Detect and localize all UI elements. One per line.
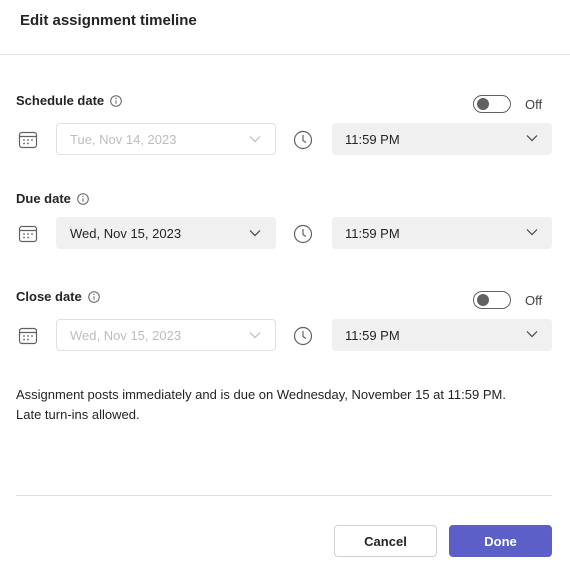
clock-icon	[293, 224, 313, 244]
schedule-time-value: 11:59 PM	[345, 131, 400, 147]
toggle-knob	[477, 98, 489, 110]
clock-icon	[293, 130, 313, 150]
close-date-picker[interactable]: Wed, Nov 15, 2023	[56, 319, 276, 351]
chevron-down-icon	[526, 135, 538, 142]
schedule-toggle-label: Off	[525, 96, 543, 112]
close-date-label: Close date	[16, 288, 100, 306]
header-divider	[0, 54, 570, 55]
due-time-value: 11:59 PM	[345, 225, 400, 241]
toggle-knob	[477, 294, 489, 306]
close-date-value: Wed, Nov 15, 2023	[70, 327, 182, 343]
chevron-down-icon	[249, 332, 261, 339]
edit-timeline-dialog: Edit assignment timeline Schedule date O…	[0, 0, 570, 577]
close-toggle-label: Off	[525, 292, 543, 308]
schedule-date-label: Schedule date	[16, 92, 122, 110]
chevron-down-icon	[249, 136, 261, 143]
summary-line-2: Late turn-ins allowed.	[16, 407, 140, 422]
done-button[interactable]: Done	[449, 525, 552, 557]
summary-line-1: Assignment posts immediately and is due …	[16, 387, 506, 402]
schedule-toggle-group: Off	[473, 95, 542, 113]
schedule-date-value: Tue, Nov 14, 2023	[70, 131, 177, 147]
dialog-title: Edit assignment timeline	[20, 12, 197, 29]
schedule-date-label-text: Schedule date	[16, 93, 105, 108]
chevron-down-icon	[526, 229, 538, 236]
info-icon[interactable]	[87, 291, 100, 303]
close-toggle-group: Off	[473, 291, 542, 309]
clock-icon	[293, 326, 313, 346]
calendar-icon[interactable]	[18, 130, 38, 150]
due-date-value: Wed, Nov 15, 2023	[70, 225, 182, 241]
calendar-icon[interactable]	[18, 224, 38, 244]
due-date-picker[interactable]: Wed, Nov 15, 2023	[56, 217, 276, 249]
chevron-down-icon	[526, 331, 538, 338]
due-date-label-text: Due date	[16, 191, 71, 206]
due-date-label: Due date	[16, 190, 89, 208]
schedule-toggle[interactable]	[473, 95, 511, 113]
close-time-picker[interactable]: 11:59 PM	[332, 319, 552, 351]
footer-divider	[16, 495, 552, 496]
schedule-date-picker[interactable]: Tue, Nov 14, 2023	[56, 123, 276, 155]
due-time-picker[interactable]: 11:59 PM	[332, 217, 552, 249]
close-toggle[interactable]	[473, 291, 511, 309]
info-icon[interactable]	[110, 95, 122, 107]
calendar-icon[interactable]	[18, 326, 38, 346]
chevron-down-icon	[249, 230, 261, 237]
close-time-value: 11:59 PM	[345, 327, 400, 343]
cancel-button[interactable]: Cancel	[334, 525, 437, 557]
close-date-label-text: Close date	[16, 289, 82, 304]
schedule-time-picker[interactable]: 11:59 PM	[332, 123, 552, 155]
timeline-summary: Assignment posts immediately and is due …	[16, 385, 556, 425]
info-icon[interactable]	[77, 193, 89, 205]
